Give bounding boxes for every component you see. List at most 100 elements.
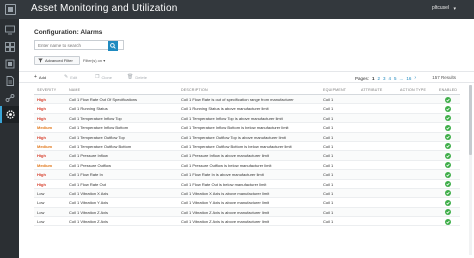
reports-icon[interactable] — [0, 72, 19, 89]
equipment-cell: Coil 1 — [323, 200, 334, 206]
monitor-icon[interactable] — [0, 21, 19, 38]
table-body: High Coil 1 Flow Rate Out Of Specificatio… — [34, 95, 460, 227]
enabled-check-icon[interactable] — [445, 209, 451, 216]
header-severity[interactable]: SEVERITY — [37, 88, 56, 92]
enabled-check-icon[interactable] — [445, 171, 451, 178]
severity-cell: Medium — [37, 143, 53, 149]
header-action-type[interactable]: ACTION TYPE — [400, 88, 426, 92]
enabled-check-icon[interactable] — [445, 218, 451, 225]
scrollbar-thumb[interactable] — [469, 85, 472, 155]
page-link[interactable]: 16 — [406, 76, 411, 81]
table-row[interactable]: Medium Coil 1 Temperature Outflow Bottom C… — [34, 142, 460, 152]
header-name[interactable]: NAME — [69, 88, 80, 92]
table-row[interactable]: Low Coil 1 Vibration X Axis Coil 1 Vibrati… — [34, 188, 460, 199]
filter-icon — [38, 58, 43, 63]
enabled-check-icon[interactable] — [445, 105, 451, 112]
enabled-check-icon[interactable] — [445, 152, 451, 159]
header-equipment[interactable]: EQUIPMENT — [323, 88, 346, 92]
advanced-filter-button[interactable]: Advanced Filter — [34, 56, 80, 65]
main-content: Configuration: Alarms Advanced Filter Fi… — [19, 19, 474, 258]
user-menu[interactable]: pltcusel — [432, 5, 449, 11]
severity-cell: High — [37, 134, 46, 140]
clone-button[interactable]: ❐ Clone — [95, 74, 112, 80]
equipment-cell: Coil 1 — [323, 97, 334, 102]
page-current[interactable]: 1 — [372, 76, 375, 81]
advanced-filter-label: Advanced Filter — [45, 58, 73, 63]
header-attribute[interactable]: ATTRIBUTE — [361, 88, 383, 92]
plus-icon: + — [34, 74, 37, 80]
severity-cell: Low — [37, 200, 45, 206]
header-description[interactable]: DESCRIPTION — [181, 88, 208, 92]
page-link[interactable]: 3 — [383, 76, 386, 81]
table-row[interactable]: High Coil 1 Running Status Coil 1 Running … — [34, 104, 460, 114]
name-cell: Coil 1 Vibration Z Axis — [69, 209, 109, 215]
description-cell: Coil 1 Temperature Inflow Bottom is belo… — [181, 125, 289, 131]
page-link[interactable]: 4 — [389, 76, 392, 81]
add-label: Add — [38, 74, 47, 80]
table-row[interactable]: High Coil 1 Flow Rate Out Of Specificatio… — [34, 95, 460, 105]
enabled-check-icon[interactable] — [445, 134, 451, 141]
enabled-check-icon[interactable] — [445, 190, 451, 197]
enabled-check-icon[interactable] — [445, 162, 451, 169]
header-enabled[interactable]: ENABLED — [439, 88, 457, 92]
page-link[interactable]: 5 — [394, 76, 397, 81]
equipment-cell: Coil 1 — [323, 125, 334, 131]
top-bar: Asset Monitoring and Utilization pltcuse… — [0, 0, 474, 19]
equipment-cell: Coil 1 — [323, 106, 334, 112]
enabled-check-icon[interactable] — [445, 115, 451, 122]
table-row[interactable]: High Coil 1 Flow Rate In Coil 1 Flow Rate … — [34, 170, 460, 180]
search-button[interactable] — [108, 41, 118, 51]
enabled-check-icon[interactable] — [445, 96, 451, 103]
configuration-icon[interactable] — [0, 106, 19, 123]
chevron-down-icon[interactable]: ▾ — [453, 6, 456, 12]
description-cell: Coil 1 Pressure Outflow is below manufac… — [181, 162, 272, 168]
equipment-cell: Coil 1 — [323, 143, 334, 149]
dashboard-icon[interactable] — [0, 38, 19, 55]
alarms-table: SEVERITY NAME DESCRIPTION EQUIPMENT ATTR… — [34, 86, 460, 227]
description-cell: Coil 1 Flow Rate In is above manufacture… — [181, 172, 264, 178]
equipment-cell: Coil 1 — [323, 172, 334, 178]
sidebar — [0, 19, 19, 258]
equipment-cell: Coil 1 — [323, 162, 334, 168]
enabled-check-icon[interactable] — [445, 181, 451, 188]
name-cell: Coil 1 Temperature Inflow Top — [69, 115, 122, 121]
severity-cell: Medium — [37, 125, 53, 131]
scrollbar[interactable] — [469, 85, 472, 255]
severity-cell: High — [37, 106, 46, 112]
edit-button[interactable]: ✎ Edit — [64, 74, 77, 80]
trash-icon: 🗑 — [127, 74, 134, 80]
equipment-cell: Coil 1 — [323, 190, 334, 196]
name-cell: Coil 1 Vibration Z Axis — [69, 219, 109, 225]
table-row[interactable]: Low Coil 1 Vibration Z Axis Coil 1 Vibrati… — [34, 207, 460, 218]
table-row[interactable]: Medium Coil 1 Pressure Outflow Coil 1 Pres… — [34, 161, 460, 171]
name-cell: Coil 1 Running Status — [69, 106, 108, 112]
enabled-check-icon[interactable] — [445, 143, 451, 150]
table-row[interactable]: Low Coil 1 Vibration Y Axis Coil 1 Vibrati… — [34, 198, 460, 208]
table-row[interactable]: High Coil 1 Pressure Inflow Coil 1 Pressur… — [34, 151, 460, 161]
delete-button[interactable]: 🗑 Delete — [127, 74, 147, 80]
add-button[interactable]: + Add — [34, 74, 46, 80]
table-row[interactable]: Medium Coil 1 Temperature Inflow Bottom Co… — [34, 123, 460, 133]
equipment-cell: Coil 1 — [323, 153, 334, 159]
analytics-icon[interactable] — [0, 89, 19, 106]
severity-cell: High — [37, 97, 46, 102]
pencil-icon: ✎ — [64, 74, 69, 80]
table-row[interactable]: High Coil 1 Temperature Outflow Top Coil 1… — [34, 132, 460, 142]
equipment-cell: Coil 1 — [323, 219, 334, 225]
table-row[interactable]: Low Coil 1 Vibration Z Axis Coil 1 Vibrati… — [34, 217, 460, 227]
page-link[interactable]: 2 — [377, 76, 380, 81]
assets-icon[interactable] — [0, 55, 19, 72]
severity-cell: Low — [37, 219, 45, 225]
filters-on-toggle[interactable]: Filter(s) on ▾ — [83, 58, 105, 63]
table-row[interactable]: High Coil 1 Flow Rate Out Coil 1 Flow Rate… — [34, 180, 460, 189]
chevron-right-icon[interactable]: › — [414, 75, 416, 81]
pagination: Pages: 1 2 3 4 5 ... 16 › — [355, 75, 416, 81]
severity-cell: High — [37, 172, 46, 178]
severity-cell: High — [37, 181, 46, 187]
enabled-check-icon[interactable] — [445, 124, 451, 131]
app-logo-icon — [5, 4, 16, 15]
description-cell: Coil 1 Vibration X Axis is above manufac… — [181, 190, 270, 196]
severity-cell: Medium — [37, 162, 53, 168]
table-row[interactable]: High Coil 1 Temperature Inflow Top Coil 1 … — [34, 113, 460, 124]
enabled-check-icon[interactable] — [445, 199, 451, 206]
